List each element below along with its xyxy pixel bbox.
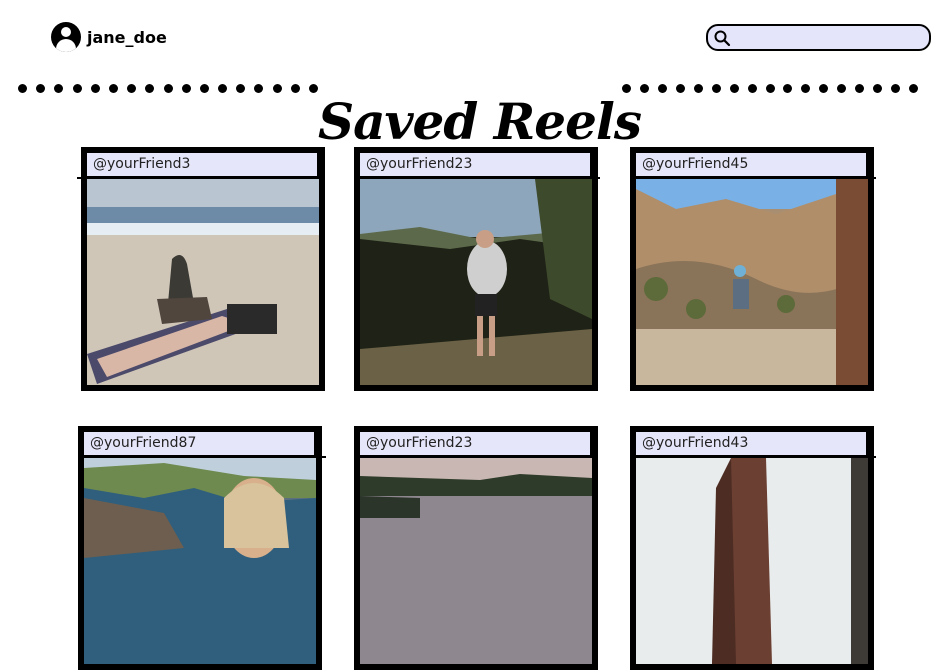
reel-card[interactable]: @yourFriend43	[630, 426, 876, 670]
reel-handle[interactable]: @yourFriend23	[360, 153, 590, 176]
search-icon	[714, 30, 731, 46]
reel-card[interactable]: @yourFriend87	[78, 426, 326, 670]
reel-thumbnail[interactable]	[87, 179, 319, 385]
reel-thumbnail[interactable]	[636, 179, 868, 385]
reel-thumbnail[interactable]	[360, 179, 592, 385]
search-input[interactable]	[731, 26, 929, 49]
profile-link[interactable]: jane_doe	[51, 22, 167, 52]
reel-thumbnail[interactable]	[360, 458, 592, 664]
reel-thumbnail[interactable]	[84, 458, 316, 664]
reel-handle[interactable]: @yourFriend87	[84, 432, 314, 455]
title-divider-left	[18, 80, 318, 96]
reel-card[interactable]: @yourFriend23	[354, 147, 600, 391]
reel-handle[interactable]: @yourFriend43	[636, 432, 866, 455]
username: jane_doe	[87, 27, 167, 47]
title-divider-right	[622, 80, 918, 96]
reel-handle[interactable]: @yourFriend45	[636, 153, 866, 176]
reel-card[interactable]: @yourFriend3	[77, 147, 325, 391]
user-avatar-icon	[51, 22, 81, 52]
reel-handle[interactable]: @yourFriend23	[360, 432, 590, 455]
reel-handle[interactable]: @yourFriend3	[87, 153, 317, 176]
reel-thumbnail[interactable]	[636, 458, 868, 664]
reel-card[interactable]: @yourFriend45	[630, 147, 876, 391]
reel-card[interactable]: @yourFriend23	[354, 426, 598, 670]
search-bar[interactable]	[706, 24, 931, 51]
page-title: Saved Reels	[318, 91, 642, 151]
